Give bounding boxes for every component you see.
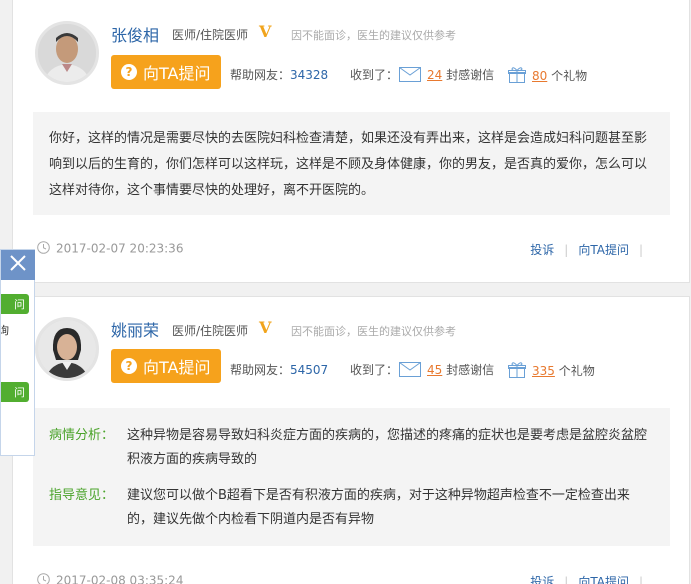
disclaimer-text: 因不能面诊，医生的建议仅供参考	[291, 29, 456, 42]
advice-label: 指导意见：	[49, 488, 115, 503]
envelope-icon	[399, 361, 421, 380]
analysis-row: 病情分析： 这种异物是容易导致妇科炎症方面的疾病的，您描述的疼痛的症状也是要考虑…	[49, 424, 654, 472]
answer-actions: 投诉 | 向TA提问 |	[530, 241, 653, 258]
divider: |	[564, 243, 569, 257]
analysis-label: 病情分析：	[49, 428, 115, 443]
question-icon: ?	[121, 64, 137, 80]
ask-doctor-button[interactable]: ? 向TA提问	[111, 55, 221, 89]
divider: |	[638, 575, 643, 584]
received-label: 收到了：	[350, 68, 399, 82]
gifts-stat: 335 个礼物	[508, 361, 595, 382]
clock-icon	[37, 573, 50, 584]
answer-footer: 2017-02-08 03:35:24 投诉 | 向TA提问 |	[37, 573, 653, 584]
answer-time: 2017-02-07 20:23:36	[56, 241, 184, 256]
letters-stat: 45 封感谢信	[399, 361, 494, 380]
side-text: 询	[1, 324, 9, 337]
envelope-icon	[399, 66, 421, 85]
help-count: 34328	[290, 68, 329, 82]
letters-label: 封感谢信	[446, 68, 495, 82]
help-label: 帮助网友：	[230, 68, 291, 82]
help-stat: 帮助网友：34328	[230, 66, 328, 83]
divider: |	[638, 243, 643, 257]
doctor-avatar[interactable]	[35, 317, 99, 381]
side-ask-button[interactable]: 问	[1, 382, 29, 402]
answer-time: 2017-02-08 03:35:24	[56, 573, 184, 584]
side-ask-button[interactable]: 问	[1, 294, 29, 314]
clock-icon	[37, 241, 50, 257]
divider: |	[564, 575, 569, 584]
doctor-name[interactable]: 姚丽荣	[111, 317, 159, 341]
close-button[interactable]	[1, 250, 35, 280]
doctor-avatar[interactable]	[35, 21, 99, 85]
advice-row: 指导意见： 建议您可以做个B超看下是否有积液方面的疾病，对于这种异物超声检查不一…	[49, 484, 654, 532]
help-label: 帮助网友：	[230, 363, 291, 377]
letters-count[interactable]: 24	[427, 68, 442, 82]
ask-link[interactable]: 向TA提问	[578, 243, 629, 257]
gifts-count[interactable]: 80	[532, 69, 547, 83]
report-link[interactable]: 投诉	[530, 243, 554, 257]
advice-text: 建议您可以做个B超看下是否有积液方面的疾病，对于这种异物超声检查不一定检查出来的…	[127, 488, 630, 527]
help-count: 54507	[290, 363, 329, 377]
answer-actions: 投诉 | 向TA提问 |	[530, 573, 653, 584]
answer-footer: 2017-02-07 20:23:36 投诉 | 向TA提问 |	[37, 241, 653, 257]
disclaimer-text: 因不能面诊，医生的建议仅供参考	[291, 325, 456, 338]
ask-button-label: 向TA提问	[143, 64, 211, 83]
answer-content: 病情分析： 这种异物是容易导致妇科炎症方面的疾病的，您描述的疼痛的症状也是要考虑…	[33, 408, 670, 546]
gifts-label: 个礼物	[558, 364, 595, 378]
letters-label: 封感谢信	[446, 363, 495, 377]
ask-button-label: 向TA提问	[143, 358, 211, 377]
answer-card: 姚丽荣 医师/住院医师 V 因不能面诊，医生的建议仅供参考 ? 向TA提问 帮助…	[12, 296, 690, 584]
ask-doctor-button[interactable]: ? 向TA提问	[111, 349, 221, 383]
help-stat: 帮助网友：54507	[230, 361, 328, 378]
close-icon	[9, 254, 27, 276]
verified-icon: V	[259, 22, 272, 41]
received-label: 收到了：	[350, 363, 399, 377]
gift-icon	[508, 361, 526, 382]
gifts-stat: 80 个礼物	[508, 66, 587, 87]
letters-count[interactable]: 45	[427, 363, 442, 377]
gifts-label: 个礼物	[551, 69, 588, 83]
doctor-title: 医师/住院医师	[172, 28, 249, 42]
gifts-count[interactable]: 335	[532, 364, 555, 378]
answer-card: 张俊相 医师/住院医师 V 因不能面诊，医生的建议仅供参考 ? 向TA提问 帮助…	[12, 0, 690, 283]
letters-stat: 24 封感谢信	[399, 66, 494, 85]
answer-content: 你好，这样的情况是需要尽快的去医院妇科检查清楚，如果还没有弄出来，这样是会造成妇…	[33, 112, 670, 215]
floating-side-panel: 问 询 问	[0, 249, 35, 456]
doctor-title: 医师/住院医师	[172, 324, 249, 338]
gift-icon	[508, 66, 526, 87]
ask-link[interactable]: 向TA提问	[578, 575, 629, 584]
verified-icon: V	[259, 318, 272, 337]
analysis-text: 这种异物是容易导致妇科炎症方面的疾病的，您描述的疼痛的症状也是要考虑是盆腔炎盆腔…	[127, 428, 648, 467]
question-icon: ?	[121, 358, 137, 374]
report-link[interactable]: 投诉	[530, 575, 554, 584]
doctor-name[interactable]: 张俊相	[111, 22, 159, 46]
